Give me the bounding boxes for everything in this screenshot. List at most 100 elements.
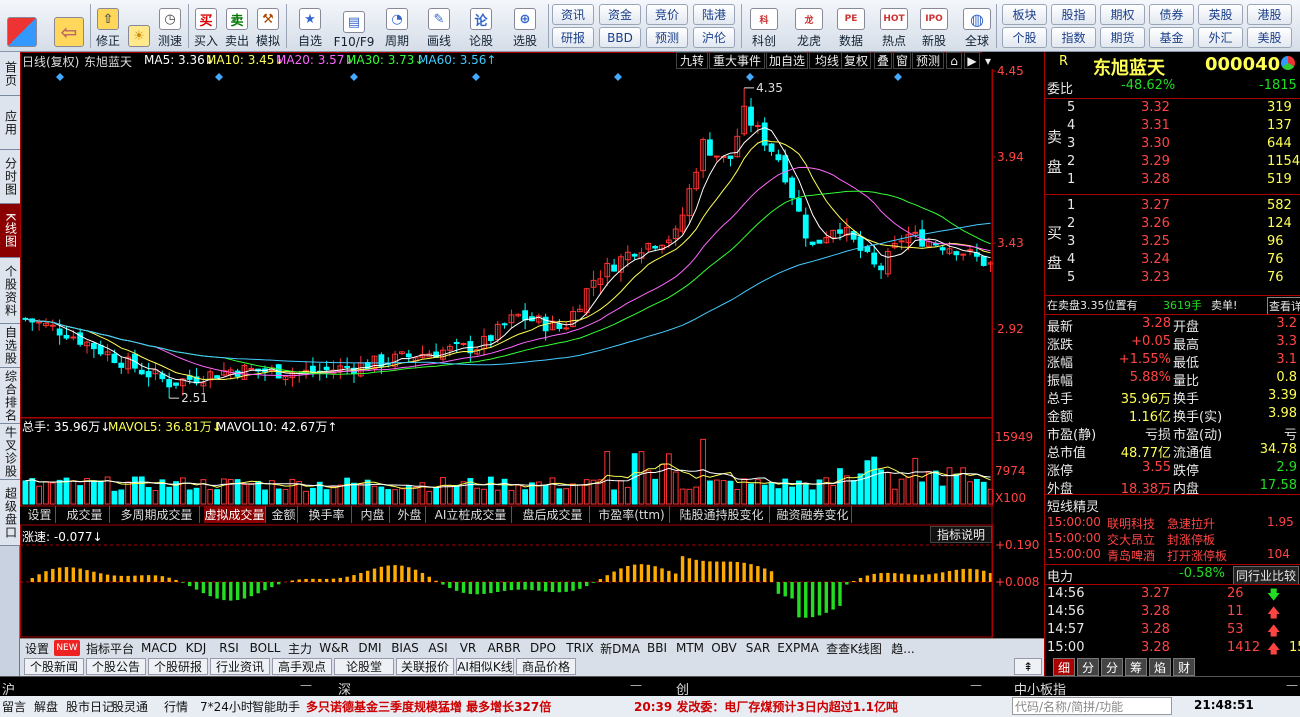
news-ticker-2[interactable]: 20:39 发改委：电厂存煤预计3日内超过1.1亿吨 bbox=[634, 698, 898, 715]
panel-tab-6[interactable]: 内盘 bbox=[356, 506, 390, 523]
info-tab-2[interactable]: 个股研报 bbox=[148, 658, 208, 675]
speedtest-button[interactable]: ◷ 测速 bbox=[154, 3, 186, 49]
chart-top-button-4[interactable]: 复权 bbox=[841, 52, 871, 69]
quote-tab-5[interactable]: 财 bbox=[1173, 658, 1195, 676]
quick-button-1-0[interactable]: 研报 bbox=[552, 27, 594, 48]
draw-line-button[interactable]: ✎ 画线 bbox=[420, 3, 458, 49]
left-tab-2[interactable]: 分时图 bbox=[0, 150, 20, 204]
main-menu-button[interactable] bbox=[4, 3, 40, 49]
market-button-0-5[interactable]: 港股 bbox=[1247, 4, 1292, 25]
market-button-0-3[interactable]: 债券 bbox=[1149, 4, 1194, 25]
quick-button-0-0[interactable]: 资讯 bbox=[552, 4, 594, 25]
view-detail-button[interactable]: 查看详 bbox=[1267, 297, 1300, 315]
scroll-up-icon[interactable]: ⇞ bbox=[1014, 658, 1042, 675]
quick-button-0-2[interactable]: 竞价 bbox=[646, 4, 688, 25]
market-button-1-2[interactable]: 期货 bbox=[1100, 27, 1145, 48]
left-tab-4[interactable]: 个股资料 bbox=[0, 258, 20, 324]
market-button-1-5[interactable]: 美股 bbox=[1247, 27, 1292, 48]
info-tab-7[interactable]: AI相似K线 bbox=[456, 658, 514, 675]
info-tab-3[interactable]: 行业资讯 bbox=[210, 658, 270, 675]
indicator-tab-18[interactable]: MTM bbox=[674, 640, 706, 656]
indicator-tab-16[interactable]: 新DMA bbox=[600, 640, 640, 656]
quick-button-1-1[interactable]: BBD bbox=[599, 27, 641, 48]
app-button-5[interactable]: ◍ 全球 bbox=[958, 3, 996, 49]
news-ticker-1[interactable]: 多只诺德基金三季度规模猛增 最多增长327倍 bbox=[306, 698, 551, 715]
panel-tab-3[interactable]: 虚拟成交量 bbox=[204, 506, 266, 523]
indicator-tab-3[interactable]: MACD bbox=[140, 640, 178, 656]
info-tab-8[interactable]: 商品价格 bbox=[516, 658, 576, 675]
bottom-link-2[interactable]: 股市日记 bbox=[66, 698, 114, 715]
quick-button-1-3[interactable]: 沪伦 bbox=[693, 27, 735, 48]
quote-tab-0[interactable]: 细 bbox=[1053, 658, 1075, 676]
indicator-tab-20[interactable]: SAR bbox=[742, 640, 774, 656]
quote-tab-1[interactable]: 分 bbox=[1077, 658, 1099, 676]
chart-top-button-5[interactable]: 叠 bbox=[874, 52, 892, 69]
indicator-tab-19[interactable]: OBV bbox=[708, 640, 740, 656]
market-button-1-1[interactable]: 指数 bbox=[1051, 27, 1096, 48]
panel-tab-1[interactable]: 成交量 bbox=[60, 506, 110, 523]
app-button-2[interactable]: PE 数据 bbox=[832, 3, 870, 49]
indicator-tab-12[interactable]: VR bbox=[454, 640, 482, 656]
stock-picker-button[interactable]: ⊕ 选股 bbox=[505, 3, 545, 49]
indicator-tab-14[interactable]: DPO bbox=[526, 640, 560, 656]
pin-icon[interactable]: ▶ bbox=[964, 52, 980, 69]
panel-tab-10[interactable]: 市盈率(ttm) bbox=[594, 506, 670, 523]
quick-button-0-3[interactable]: 陆港 bbox=[693, 4, 735, 25]
panel-tab-8[interactable]: AI立桩成交量 bbox=[430, 506, 512, 523]
app-button-3[interactable]: HOT 热点 bbox=[875, 3, 913, 49]
left-tab-6[interactable]: 综合排名 bbox=[0, 368, 20, 424]
indicator-tab-6[interactable]: BOLL bbox=[246, 640, 284, 656]
chart-top-button-6[interactable]: 窗 bbox=[893, 52, 911, 69]
panel-tab-11[interactable]: 陆股通持股变化 bbox=[674, 506, 770, 523]
quick-button-0-1[interactable]: 资金 bbox=[599, 4, 641, 25]
indicator-tab-21[interactable]: EXPMA bbox=[776, 640, 820, 656]
chart-top-button-3[interactable]: 均线 bbox=[809, 52, 845, 69]
bottom-link-0[interactable]: 留言 bbox=[2, 698, 26, 715]
indicator-tab-4[interactable]: KDJ bbox=[180, 640, 212, 656]
app-button-0[interactable]: 科科创 bbox=[745, 3, 783, 49]
market-button-0-4[interactable]: 英股 bbox=[1198, 4, 1243, 25]
bottom-link-3[interactable]: 股灵通 bbox=[112, 698, 148, 715]
indicator-help-button[interactable]: 指标说明 bbox=[930, 526, 992, 543]
panel-tab-0[interactable]: 设置 bbox=[24, 506, 56, 523]
indicator-tab-7[interactable]: 主力 bbox=[286, 640, 314, 656]
legend-item-0[interactable]: 日线(复权) bbox=[22, 53, 79, 70]
panel-tab-2[interactable]: 多周期成交量 bbox=[114, 506, 200, 523]
market-button-1-4[interactable]: 外汇 bbox=[1198, 27, 1243, 48]
market-button-0-1[interactable]: 股指 bbox=[1051, 4, 1096, 25]
left-tab-8[interactable]: 超级盘口 bbox=[0, 480, 20, 546]
indicator-tab-5[interactable]: RSI bbox=[214, 640, 244, 656]
fix-button[interactable]: ☀ bbox=[124, 3, 154, 49]
chart-top-button-1[interactable]: 重大事件 bbox=[709, 52, 765, 69]
compare-industry-button[interactable]: 同行业比较 bbox=[1233, 566, 1300, 585]
pie-color-icon[interactable] bbox=[1281, 56, 1295, 70]
indicator-tab-0[interactable]: 设置 bbox=[22, 640, 52, 656]
quote-tab-2[interactable]: 分 bbox=[1101, 658, 1123, 676]
panel-tab-9[interactable]: 盘后成交量 bbox=[516, 506, 590, 523]
simulate-button[interactable]: ⚒ 模拟 bbox=[253, 3, 283, 49]
short-sprite-row[interactable]: 15:00:00 青岛啤酒 打开涨停板 104 bbox=[1045, 547, 1300, 565]
legend-item-1[interactable]: 东旭蓝天 bbox=[84, 53, 132, 70]
panel-tab-12[interactable]: 融资融券变化 bbox=[774, 506, 852, 523]
chart-top-button-7[interactable]: 预测 bbox=[912, 52, 944, 69]
indicator-tab-13[interactable]: ARBR bbox=[484, 640, 524, 656]
market-button-0-2[interactable]: 期权 bbox=[1100, 4, 1145, 25]
search-input[interactable]: 代码/名称/简拼/功能 bbox=[1012, 697, 1172, 715]
back-button[interactable]: ⇦ bbox=[50, 3, 88, 49]
panel-tab-4[interactable]: 金额 bbox=[270, 506, 298, 523]
info-tab-6[interactable]: 关联报价 bbox=[396, 658, 454, 675]
indicator-tab-15[interactable]: TRIX bbox=[562, 640, 598, 656]
chart-top-button-0[interactable]: 九转 bbox=[676, 52, 708, 69]
app-button-1[interactable]: 龙龙虎 bbox=[790, 3, 828, 49]
left-tab-5[interactable]: 自选股 bbox=[0, 324, 20, 368]
bottom-link-6[interactable]: 智能助手 bbox=[252, 698, 300, 715]
panel-tab-5[interactable]: 换手率 bbox=[302, 506, 352, 523]
watchlist-button[interactable]: ★ 自选 bbox=[290, 3, 330, 49]
quote-tab-4[interactable]: 焰 bbox=[1149, 658, 1171, 676]
quick-button-1-2[interactable]: 预测 bbox=[646, 27, 688, 48]
dropdown-icon[interactable]: ▾ bbox=[982, 52, 994, 69]
left-tab-7[interactable]: 牛叉诊股 bbox=[0, 424, 20, 480]
period-button[interactable]: ◔ 周期 bbox=[378, 3, 416, 49]
app-button-4[interactable]: IPO 新股 bbox=[915, 3, 953, 49]
quote-tab-3[interactable]: 筹 bbox=[1125, 658, 1147, 676]
